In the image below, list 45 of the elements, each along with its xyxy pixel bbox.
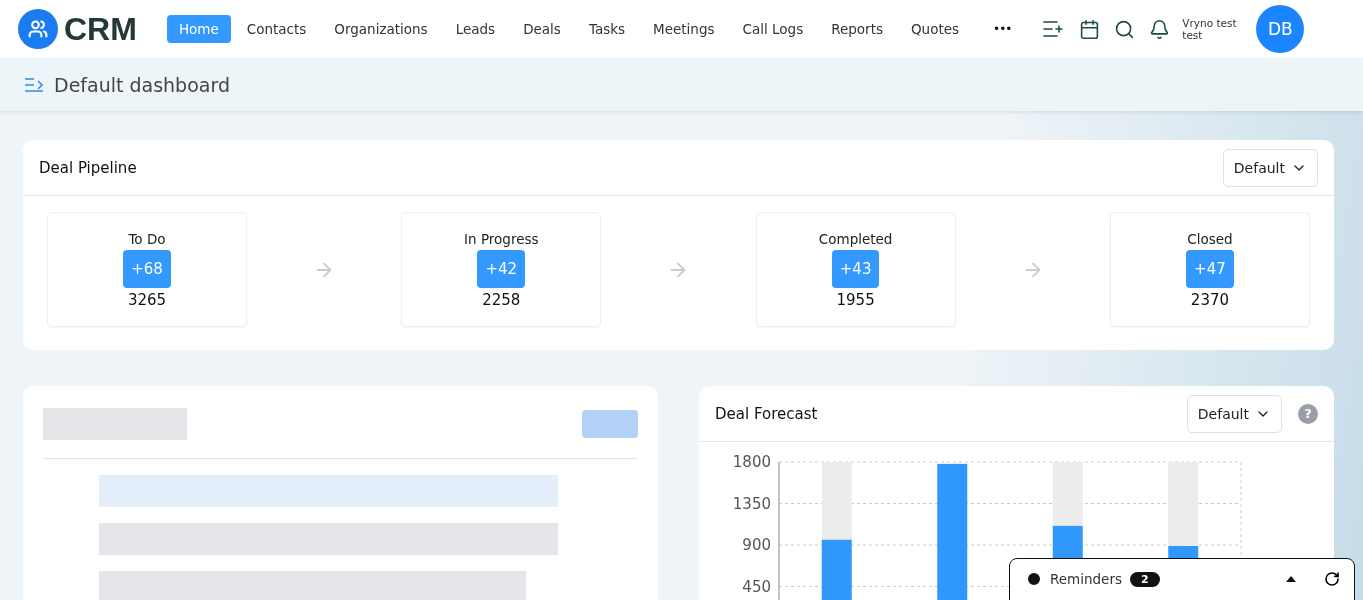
- nav-tab[interactable]: Quotes: [898, 15, 972, 43]
- delta-badge: +68: [123, 249, 171, 288]
- logo-icon: [18, 9, 58, 49]
- stage-count: 1955: [836, 290, 875, 309]
- stage-count: 2258: [482, 290, 521, 309]
- axis-tick-label: 1350: [732, 494, 771, 513]
- axis-tick-label: 1800: [732, 454, 771, 471]
- card-title: Deal Pipeline: [39, 158, 137, 177]
- nav-tab[interactable]: Leads: [443, 15, 508, 43]
- stage-label: To Do: [128, 230, 166, 247]
- nav-tab[interactable]: Call Logs: [730, 15, 816, 43]
- stage-count: 2370: [1190, 290, 1230, 309]
- delta-badge: +42: [477, 249, 526, 288]
- stage-label: Closed: [1187, 230, 1233, 247]
- bar: [821, 539, 852, 600]
- refresh-icon[interactable]: [1324, 571, 1340, 587]
- more-button[interactable]: •••: [993, 22, 1012, 36]
- user-avatar[interactable]: DB: [1256, 5, 1305, 53]
- page-title: Default dashboard: [54, 73, 230, 96]
- filter-dropdown[interactable]: Default: [1186, 394, 1282, 433]
- delta-badge: +43: [831, 249, 880, 288]
- user-name: Vryno test test: [1182, 17, 1238, 41]
- nav-tab[interactable]: Organizations: [322, 15, 440, 43]
- calendar-icon[interactable]: [1079, 18, 1101, 40]
- filter-dropdown[interactable]: Default: [1222, 148, 1318, 187]
- stage-label: Completed: [818, 230, 893, 247]
- nav-tab[interactable]: Meetings: [641, 15, 727, 43]
- search-icon[interactable]: [1114, 18, 1136, 40]
- nav-tab[interactable]: Deals: [511, 15, 573, 43]
- bell-icon[interactable]: [1149, 18, 1171, 40]
- nav-tab[interactable]: Contacts: [234, 15, 319, 43]
- reminders-label: Reminders: [1050, 571, 1122, 587]
- nav-tab[interactable]: Reports: [819, 15, 895, 43]
- bar: [1052, 462, 1083, 526]
- menu-toggle-icon[interactable]: [24, 76, 44, 93]
- count-badge: 2: [1130, 571, 1160, 587]
- collapse-caret-icon[interactable]: [1286, 576, 1296, 582]
- axis-tick-label: 900: [742, 536, 771, 554]
- delta-badge: +47: [1186, 249, 1234, 288]
- stage-label: In Progress: [464, 230, 539, 247]
- card-title: Deal Forecast: [715, 404, 818, 423]
- stage-count: 3265: [127, 290, 167, 309]
- axis-tick-label: 450: [742, 577, 771, 596]
- logo-text: CRM: [64, 10, 137, 48]
- nav-tab[interactable]: Tasks: [576, 15, 638, 43]
